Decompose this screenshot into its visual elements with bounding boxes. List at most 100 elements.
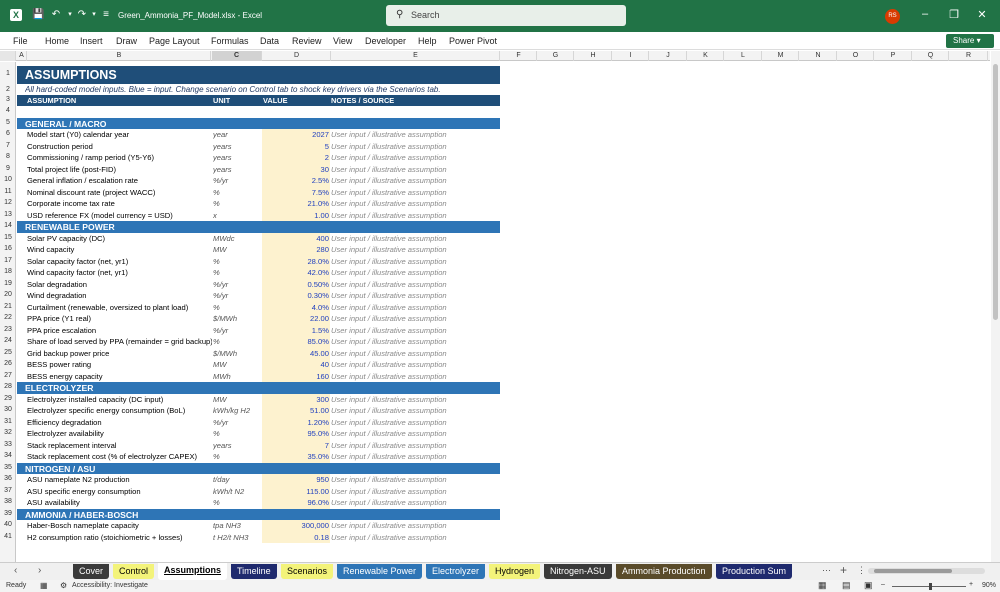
value-input-cell[interactable]: 7 (263, 441, 329, 450)
value-input-cell[interactable]: 1.00 (263, 211, 329, 220)
row-number[interactable]: 31 (0, 418, 16, 425)
value-input-cell[interactable]: 45.00 (263, 349, 329, 358)
zoom-out-icon[interactable]: – (881, 581, 885, 588)
menu-home[interactable]: Home (45, 36, 69, 46)
row-number[interactable]: 21 (0, 303, 16, 310)
row-number[interactable]: 16 (0, 245, 16, 252)
accessibility-icon[interactable]: ⚙ (60, 581, 67, 590)
unit-cell[interactable]: years (213, 441, 261, 450)
row-number[interactable]: 19 (0, 280, 16, 287)
note-cell[interactable]: User input / illustrative assumption (331, 441, 511, 450)
menu-power-pivot[interactable]: Power Pivot (449, 36, 497, 46)
unit-cell[interactable]: % (213, 303, 261, 312)
add-sheet-icon[interactable]: + (840, 563, 847, 577)
note-cell[interactable]: User input / illustrative assumption (331, 188, 511, 197)
unit-cell[interactable]: x (213, 211, 261, 220)
note-cell[interactable]: User input / illustrative assumption (331, 533, 511, 542)
note-cell[interactable]: User input / illustrative assumption (331, 234, 511, 243)
redo-dropdown-icon[interactable]: ▾ (88, 9, 100, 21)
value-input-cell[interactable]: 28.0% (263, 257, 329, 266)
row-number[interactable]: 30 (0, 406, 16, 413)
assumption-label[interactable]: Corporate income tax rate (27, 199, 212, 208)
note-cell[interactable]: User input / illustrative assumption (331, 245, 511, 254)
note-cell[interactable]: User input / illustrative assumption (331, 314, 511, 323)
redo-icon[interactable]: ↷ (76, 9, 88, 21)
unit-cell[interactable]: years (213, 153, 261, 162)
column-header[interactable]: J (650, 51, 687, 61)
unit-cell[interactable]: %/yr (213, 280, 261, 289)
unit-cell[interactable]: MW (213, 395, 261, 404)
assumption-label[interactable]: Share of load served by PPA (remainder =… (27, 337, 212, 346)
unit-cell[interactable]: $/MWh (213, 349, 261, 358)
assumption-label[interactable]: USD reference FX (model currency = USD) (27, 211, 212, 220)
row-number[interactable]: 23 (0, 326, 16, 333)
assumption-label[interactable]: Wind capacity factor (net, yr1) (27, 268, 212, 277)
unit-cell[interactable]: MWdc (213, 234, 261, 243)
value-input-cell[interactable]: 7.5% (263, 188, 329, 197)
page-layout-view-icon[interactable]: ▤ (842, 580, 851, 591)
column-header-selected[interactable]: C (212, 51, 262, 61)
note-cell[interactable]: User input / illustrative assumption (331, 475, 511, 484)
note-cell[interactable]: User input / illustrative assumption (331, 199, 511, 208)
save-icon[interactable]: 💾 (32, 9, 44, 21)
value-input-cell[interactable]: 0.50% (263, 280, 329, 289)
unit-cell[interactable]: % (213, 429, 261, 438)
assumption-label[interactable]: Stack replacement cost (% of electrolyze… (27, 452, 212, 461)
value-input-cell[interactable]: 51.00 (263, 406, 329, 415)
value-input-cell[interactable]: 280 (263, 245, 329, 254)
zoom-level[interactable]: 90% (982, 582, 996, 589)
row-number[interactable]: 22 (0, 314, 16, 321)
more-options-icon[interactable]: ⋮ (857, 565, 866, 576)
menu-page-layout[interactable]: Page Layout (149, 36, 200, 46)
menu-file[interactable]: File (13, 36, 28, 46)
row-number[interactable]: 8 (0, 153, 16, 160)
tab-more-icon[interactable]: ⋯ (822, 565, 831, 576)
unit-cell[interactable]: MW (213, 245, 261, 254)
row-number[interactable]: 9 (0, 165, 16, 172)
assumption-label[interactable]: Efficiency degradation (27, 418, 212, 427)
assumption-label[interactable]: Grid backup power price (27, 349, 212, 358)
row-number[interactable]: 3 (0, 96, 16, 103)
sheet-tab[interactable]: Hydrogen (489, 564, 541, 579)
share-button[interactable]: Share ▾ (946, 34, 994, 48)
unit-cell[interactable]: year (213, 130, 261, 139)
column-header[interactable]: N (800, 51, 837, 61)
assumption-label[interactable]: General inflation / escalation rate (27, 176, 212, 185)
note-cell[interactable]: User input / illustrative assumption (331, 487, 511, 496)
column-header[interactable]: O (838, 51, 874, 61)
row-number[interactable]: 11 (0, 188, 16, 195)
value-input-cell[interactable]: 95.0% (263, 429, 329, 438)
note-cell[interactable]: User input / illustrative assumption (331, 257, 511, 266)
assumption-label[interactable]: Wind degradation (27, 291, 212, 300)
assumption-label[interactable]: Solar PV capacity (DC) (27, 234, 212, 243)
sheet-tab[interactable]: Ammonia Production (616, 564, 712, 579)
value-input-cell[interactable]: 42.0% (263, 268, 329, 277)
note-cell[interactable]: User input / illustrative assumption (331, 498, 511, 507)
assumption-label[interactable]: Electrolyzer availability (27, 429, 212, 438)
sheet-tab[interactable]: Electrolyzer (426, 564, 486, 579)
unit-cell[interactable]: t/day (213, 475, 261, 484)
unit-cell[interactable]: %/yr (213, 326, 261, 335)
assumption-label[interactable]: BESS power rating (27, 360, 212, 369)
value-input-cell[interactable]: 40 (263, 360, 329, 369)
unit-cell[interactable]: %/yr (213, 176, 261, 185)
note-cell[interactable]: User input / illustrative assumption (331, 395, 511, 404)
horizontal-scrollbar[interactable] (868, 568, 985, 574)
normal-view-icon[interactable]: ▦ (818, 580, 827, 591)
row-number[interactable]: 40 (0, 521, 16, 528)
value-input-cell[interactable]: 1.5% (263, 326, 329, 335)
assumption-label[interactable]: Commissioning / ramp period (Y5-Y6) (27, 153, 212, 162)
row-number[interactable]: 6 (0, 130, 16, 137)
sheet-tab[interactable]: Production Sum (716, 564, 793, 579)
menu-developer[interactable]: Developer (365, 36, 406, 46)
assumption-label[interactable]: ASU availability (27, 498, 212, 507)
section-title[interactable]: NITROGEN / ASU (25, 464, 325, 474)
column-header[interactable]: F (501, 51, 537, 61)
assumption-label[interactable]: Electrolyzer installed capacity (DC inpu… (27, 395, 212, 404)
column-header[interactable]: E (332, 51, 500, 61)
note-cell[interactable]: User input / illustrative assumption (331, 142, 511, 151)
search-box[interactable]: ⚲ Search (386, 5, 626, 26)
row-number[interactable]: 18 (0, 268, 16, 275)
row-number[interactable]: 38 (0, 498, 16, 505)
section-title[interactable]: GENERAL / MACRO (25, 119, 325, 129)
